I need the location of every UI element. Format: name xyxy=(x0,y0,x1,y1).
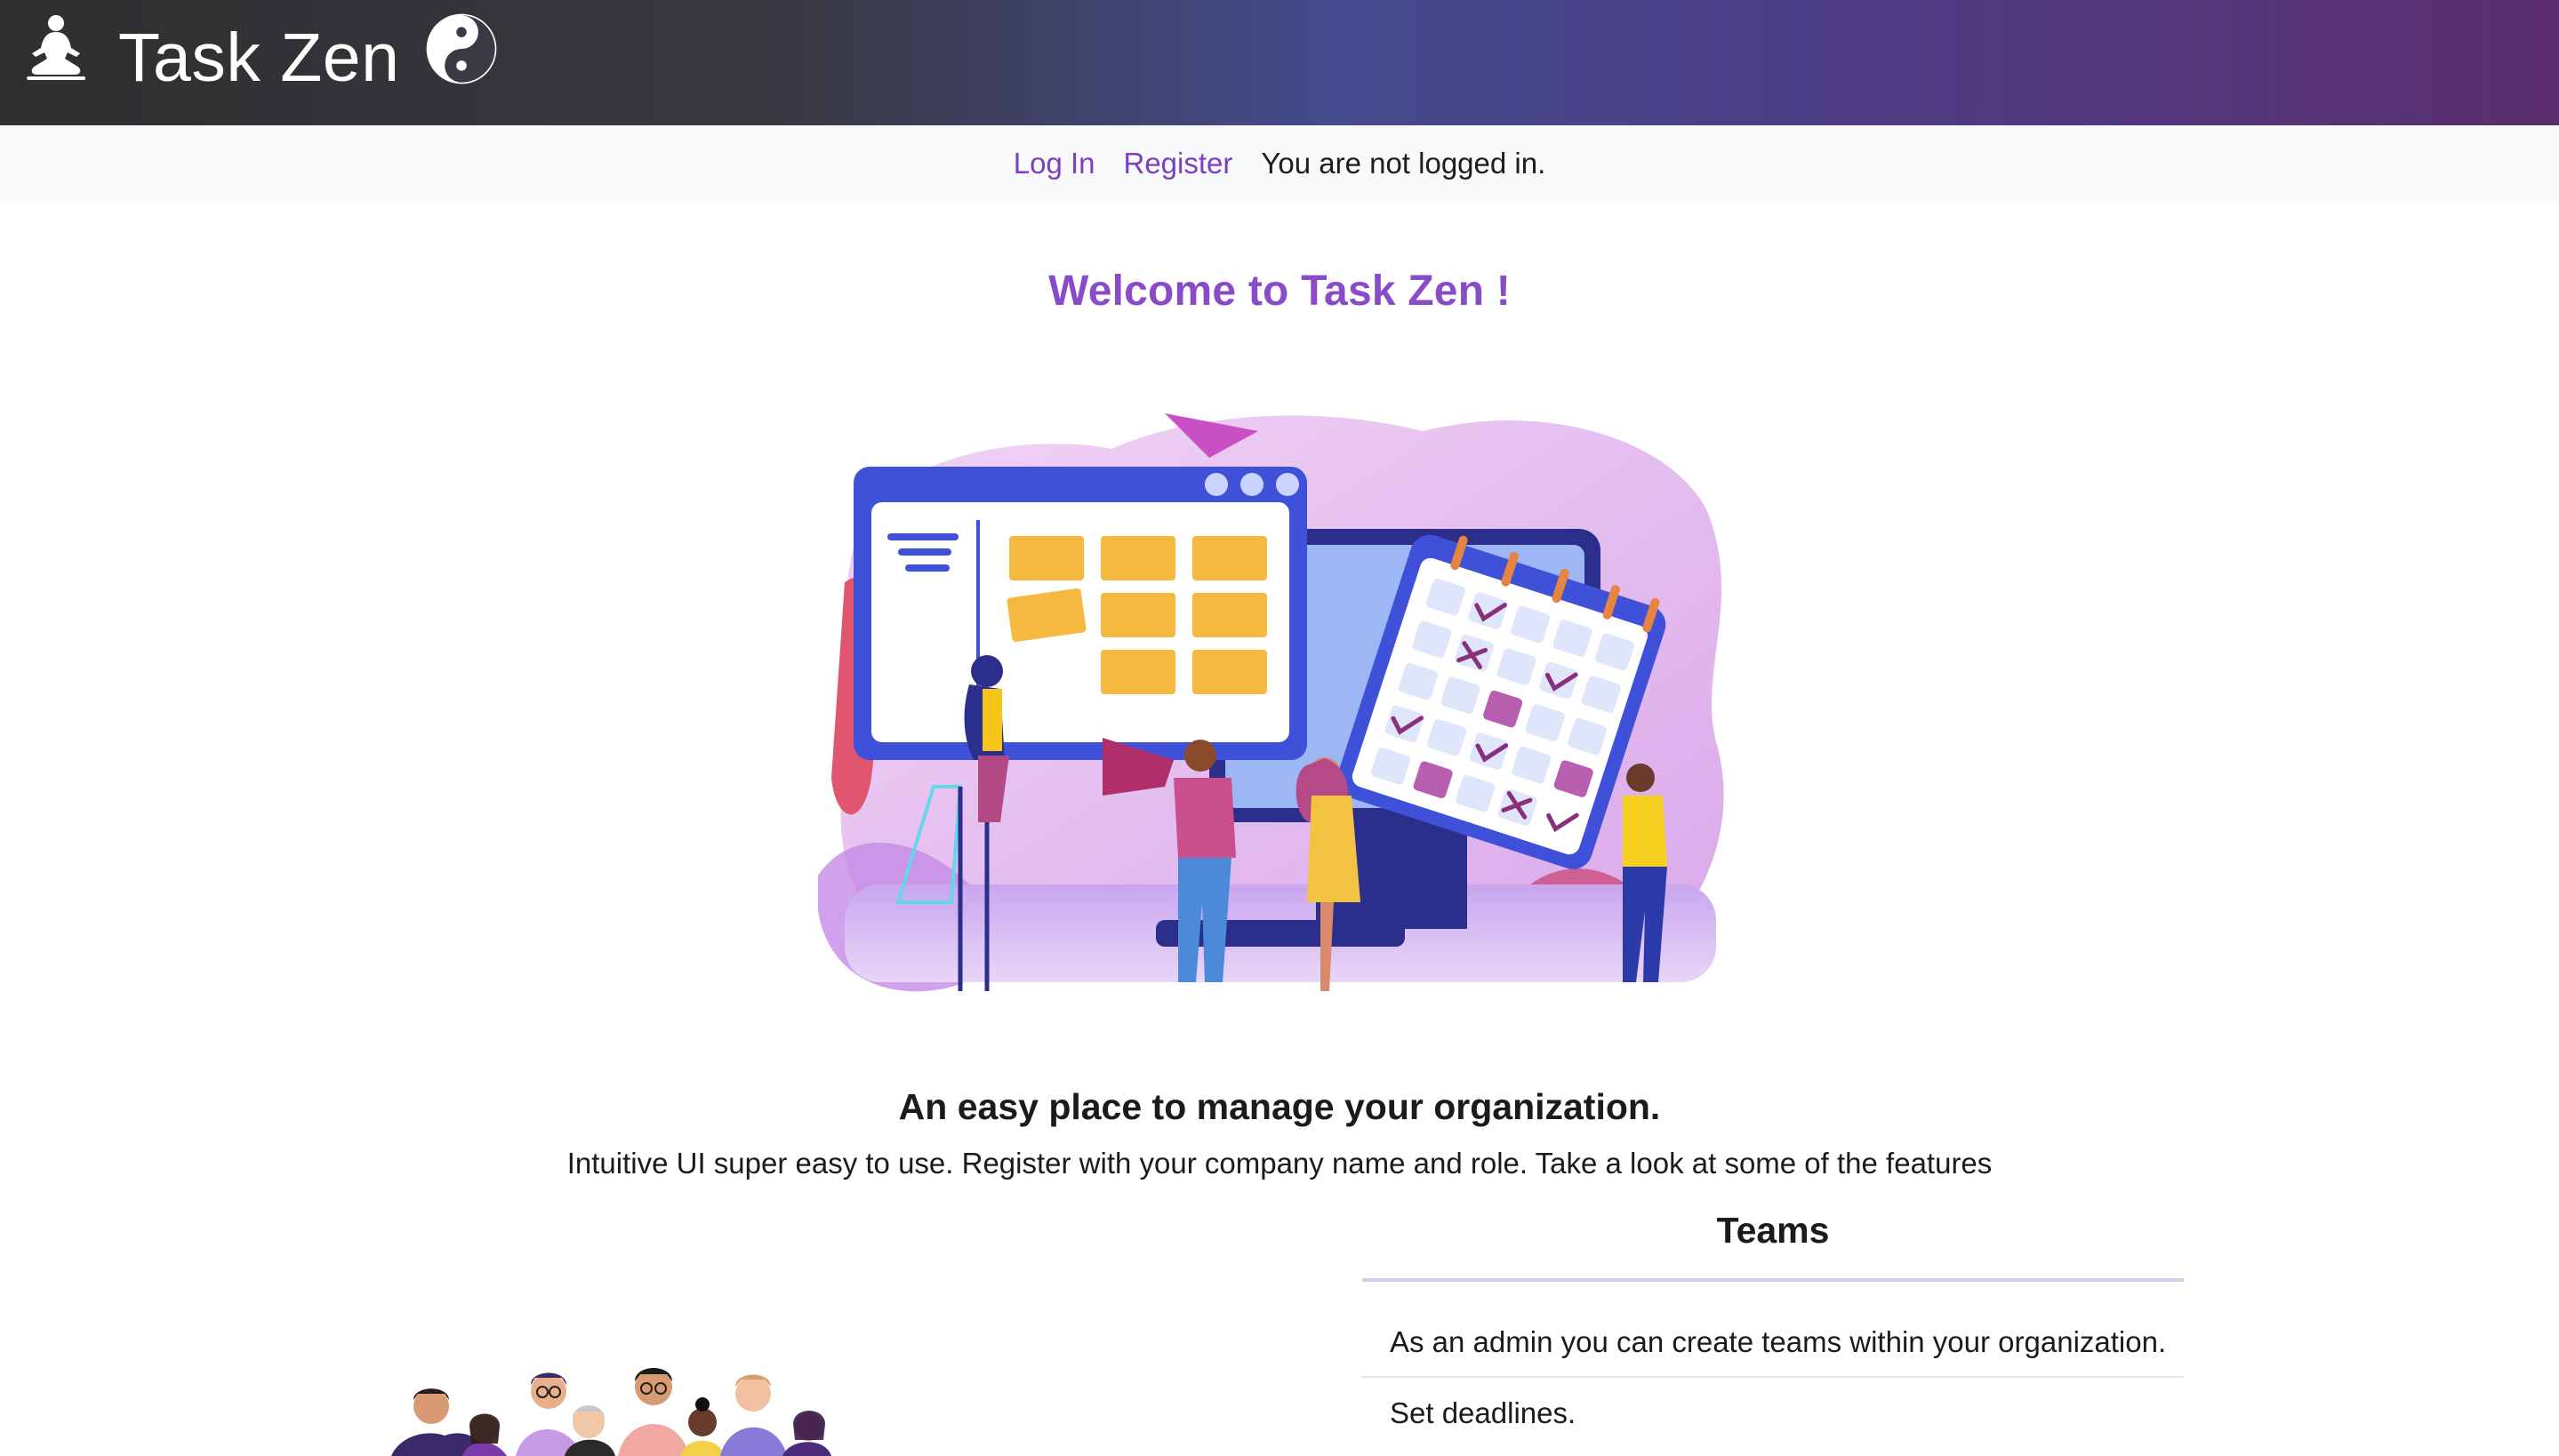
team-people-illustration xyxy=(391,1368,831,1456)
register-link[interactable]: Register xyxy=(1123,147,1232,180)
login-link[interactable]: Log In xyxy=(1014,147,1095,180)
intro-text: Intuitive UI super easy to use. Register… xyxy=(566,1147,1993,1180)
tagline: An easy place to manage your organizatio… xyxy=(898,1086,1661,1127)
list-item: Set deadlines. xyxy=(1390,1396,1576,1429)
welcome-heading: Welcome to Task Zen ! xyxy=(1048,268,1511,315)
list-item: As an admin you can create teams within … xyxy=(1362,1307,2184,1378)
teams-feature-card: Teams As an admin you can create teams w… xyxy=(1362,1204,2184,1449)
feature-list: As an admin you can create teams within … xyxy=(1362,1307,2184,1449)
yin-yang-icon xyxy=(426,13,497,84)
top-nav: Log In Register You are not logged in. xyxy=(0,125,2559,202)
login-status-text: You are not logged in. xyxy=(1261,147,1546,180)
app-header: Task Zen xyxy=(0,0,2559,125)
meditation-icon[interactable] xyxy=(23,12,89,84)
task-board-illustration xyxy=(818,413,1724,992)
feature-divider xyxy=(1362,1278,2184,1282)
app-title[interactable]: Task Zen xyxy=(118,16,399,100)
feature-title: Teams xyxy=(1716,1210,1830,1251)
